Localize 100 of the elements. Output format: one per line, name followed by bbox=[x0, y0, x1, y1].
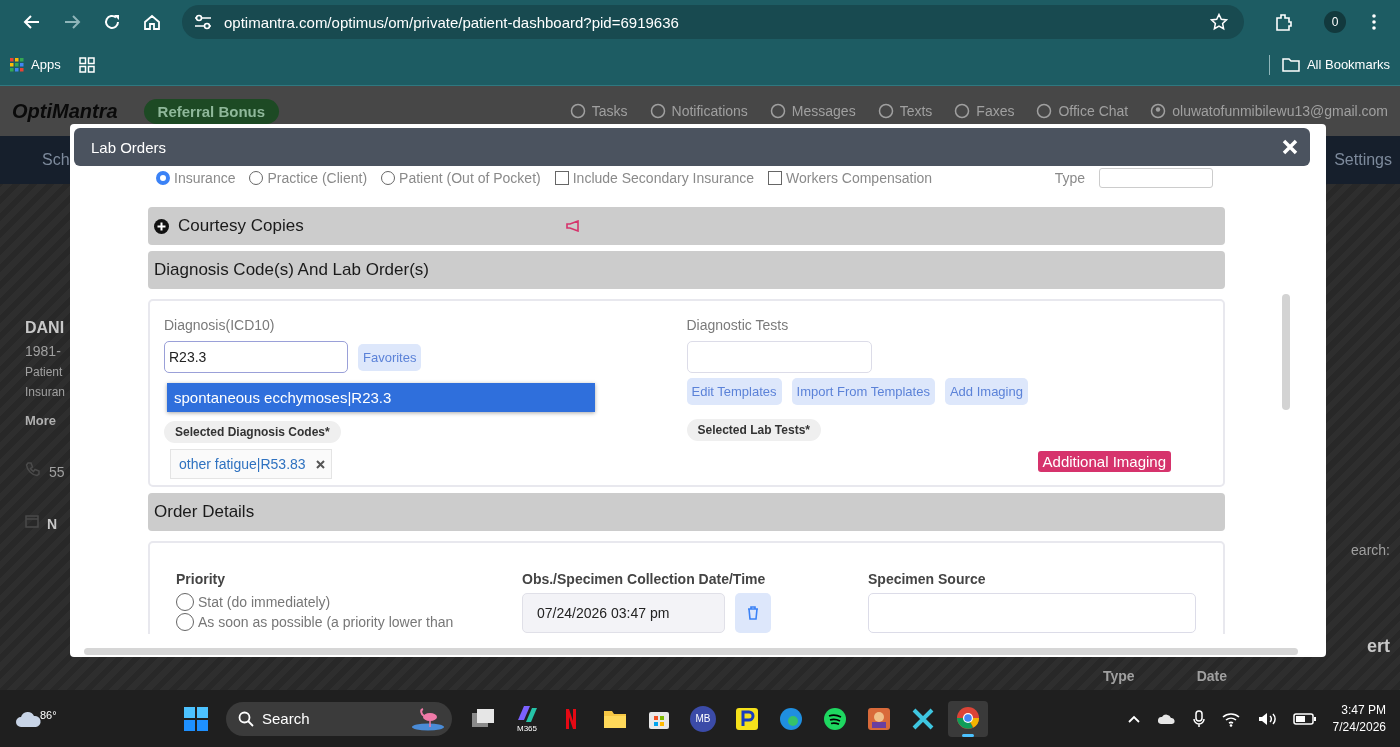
circle-icon bbox=[954, 103, 971, 119]
selected-codes-label: Selected Diagnosis Codes* bbox=[164, 421, 341, 443]
option-label: Patient (Out of Pocket) bbox=[399, 170, 541, 186]
dialog-title: Lab Orders bbox=[91, 138, 167, 156]
profile-avatar[interactable]: 0 bbox=[1324, 11, 1346, 33]
circle-icon bbox=[649, 103, 666, 119]
patient-name: DANI bbox=[25, 319, 66, 337]
windows-icon[interactable] bbox=[184, 706, 208, 731]
speaker-icon[interactable] bbox=[1256, 710, 1277, 727]
extension-icon[interactable] bbox=[1274, 12, 1294, 32]
megaphone-icon bbox=[565, 220, 580, 232]
selected-tests-label: Selected Lab Tests* bbox=[686, 419, 821, 441]
nav-item[interactable]: Tasks bbox=[569, 103, 628, 119]
horizontal-scrollbar[interactable] bbox=[84, 648, 1298, 655]
remove-icon[interactable] bbox=[315, 459, 325, 469]
trash-icon bbox=[747, 606, 759, 620]
reload-icon[interactable] bbox=[103, 13, 121, 31]
more-icon[interactable] bbox=[1371, 13, 1377, 31]
radio-button[interactable] bbox=[176, 593, 194, 611]
appointment-text: N bbox=[47, 516, 58, 532]
option-label: Include Secondary Insurance bbox=[572, 170, 755, 186]
date-field[interactable]: 07/24/2026 03:47 pm bbox=[522, 593, 725, 633]
diagnosis-input[interactable]: R23.3 bbox=[164, 341, 348, 373]
forward-icon[interactable] bbox=[63, 13, 81, 31]
grid-icon[interactable] bbox=[78, 56, 95, 73]
option-label: Practice (Client) bbox=[267, 170, 368, 186]
calendar-icon bbox=[25, 514, 39, 528]
game-icon[interactable] bbox=[866, 705, 892, 732]
circle-icon bbox=[769, 103, 786, 119]
nav-item[interactable]: Messages bbox=[769, 103, 856, 119]
checkbox[interactable] bbox=[768, 171, 783, 185]
all-bookmarks[interactable]: All Bookmarks bbox=[1281, 57, 1390, 72]
chevron-up-icon[interactable] bbox=[1126, 713, 1141, 724]
radio-button[interactable] bbox=[249, 171, 264, 185]
plus-circle-icon bbox=[154, 218, 169, 234]
radio-button[interactable] bbox=[176, 613, 194, 631]
section-header[interactable]: Courtesy Copies bbox=[148, 207, 1225, 245]
spotify-icon[interactable] bbox=[822, 705, 848, 732]
address-bar[interactable]: optimantra.com/optimus/om/private/patient-dashboard?pid=6919636 bbox=[182, 5, 1244, 39]
home-icon[interactable] bbox=[143, 13, 161, 31]
specimen-source-input[interactable] bbox=[868, 593, 1196, 633]
template-button[interactable]: Add Imaging bbox=[944, 378, 1028, 405]
close-icon[interactable] bbox=[1282, 139, 1298, 155]
field-label: Obs./Specimen Collection Date/Time bbox=[522, 571, 767, 587]
nav-item[interactable]: Notifications bbox=[649, 103, 748, 119]
search-icon bbox=[238, 710, 254, 727]
type-label: Type bbox=[1054, 170, 1085, 186]
menu-item[interactable]: Sch bbox=[42, 151, 70, 169]
chip-label[interactable]: other fatigue|R53.83 bbox=[179, 456, 306, 472]
checkbox[interactable] bbox=[554, 171, 569, 185]
field-label: Priority bbox=[176, 571, 226, 587]
logo: OptiMantra bbox=[12, 99, 118, 123]
circle-icon bbox=[569, 103, 586, 119]
battery-icon[interactable] bbox=[1292, 711, 1317, 726]
folder-icon bbox=[1281, 57, 1300, 72]
favorites-button[interactable]: Favorites bbox=[358, 343, 422, 371]
option-label: As soon as possible (a priority lower than bbox=[198, 614, 454, 630]
clock[interactable]: 3:47 PM 7/24/2026 bbox=[1332, 701, 1386, 736]
tests-input[interactable] bbox=[686, 341, 872, 373]
edge-icon[interactable] bbox=[778, 705, 804, 732]
app-label: M365 bbox=[517, 724, 537, 733]
nav-item[interactable]: Texts bbox=[877, 103, 933, 119]
option-label: Stat (do immediately) bbox=[198, 594, 331, 610]
section-header: Diagnosis Code(s) And Lab Order(s) bbox=[148, 251, 1225, 289]
tune-icon[interactable] bbox=[194, 14, 212, 30]
account-link[interactable]: oluwatofunmibilewu13@gmail.com bbox=[1150, 103, 1388, 119]
imaging-badge: Additional Imaging bbox=[1037, 451, 1171, 472]
search-label: earch: bbox=[1351, 542, 1390, 558]
patient-type: Patient bbox=[25, 365, 64, 379]
user-icon bbox=[1150, 103, 1167, 119]
template-button[interactable]: Import From Templates bbox=[791, 378, 935, 405]
p-logo-icon[interactable] bbox=[734, 705, 760, 732]
column-header: Type bbox=[1103, 667, 1135, 684]
radio-button[interactable] bbox=[381, 171, 396, 185]
delete-button[interactable] bbox=[735, 593, 771, 633]
patient-insurance: Insuran bbox=[25, 385, 67, 399]
nav-item[interactable]: Office Chat bbox=[1036, 103, 1129, 119]
nav-item[interactable]: Faxes bbox=[954, 103, 1015, 119]
star-icon[interactable] bbox=[1210, 13, 1228, 31]
chrome-icon[interactable] bbox=[948, 700, 988, 737]
search-box[interactable]: Search bbox=[226, 701, 452, 736]
field-label: Specimen Source bbox=[868, 571, 987, 587]
suggestion-item[interactable]: spontaneous ecchymoses|R23.3 bbox=[167, 383, 595, 412]
section-header: Order Details bbox=[148, 493, 1225, 531]
apps-bookmark[interactable]: Apps bbox=[10, 57, 61, 72]
menu-item[interactable]: Settings bbox=[1334, 151, 1392, 169]
temperature: 86° bbox=[40, 708, 57, 721]
field-label: Diagnosis(ICD10) bbox=[164, 317, 276, 333]
more-button[interactable]: More bbox=[25, 413, 70, 428]
radio-button[interactable] bbox=[156, 171, 170, 185]
microphone-icon[interactable] bbox=[1192, 709, 1205, 728]
wifi-icon[interactable] bbox=[1220, 710, 1241, 727]
template-button[interactable]: Edit Templates bbox=[686, 378, 782, 405]
vertical-scrollbar[interactable] bbox=[1282, 294, 1290, 410]
app-icon[interactable]: MB bbox=[690, 705, 716, 732]
apps-grid-icon bbox=[10, 57, 24, 72]
back-icon[interactable] bbox=[23, 13, 41, 31]
section-title: ert bbox=[1367, 636, 1390, 657]
phone-icon bbox=[25, 461, 41, 477]
referral-bonus-button[interactable]: Referral Bonus bbox=[143, 98, 280, 124]
